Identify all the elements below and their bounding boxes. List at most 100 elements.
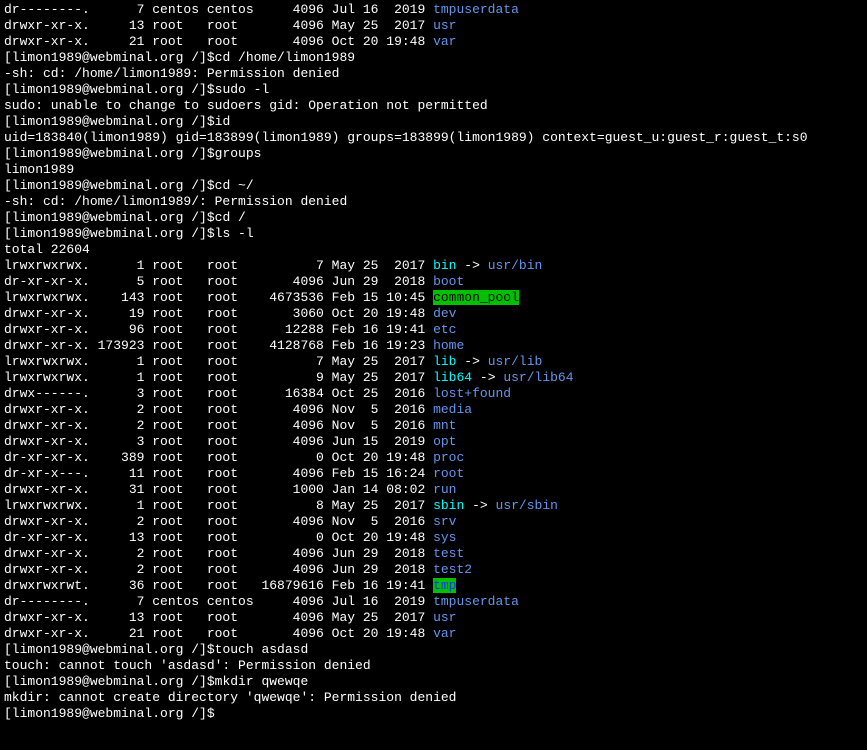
file-name: usr xyxy=(433,18,456,33)
file-name: opt xyxy=(433,434,456,449)
groups-output: limon1989 xyxy=(4,162,863,178)
prompt-line: [limon1989@webminal.org /]$ xyxy=(4,706,863,722)
cd-root-cmd[interactable]: cd / xyxy=(215,210,246,225)
touch-error: touch: cannot touch 'asdasd': Permission… xyxy=(4,658,863,674)
symlink-target: usr/sbin xyxy=(496,498,558,513)
mkdir-cmd[interactable]: mkdir qwewqe xyxy=(215,674,309,689)
ls-columns: drwxr-xr-x. 2 root root 4096 Jun 29 2018 xyxy=(4,562,433,577)
ls-columns: drwxr-xr-x. 173923 root root 4128768 Feb… xyxy=(4,338,433,353)
prompt: [limon1989@webminal.org /]$ xyxy=(4,642,215,657)
ls-row: lrwxrwxrwx. 1 root root 9 May 25 2017 li… xyxy=(4,370,863,386)
ls-columns: drwxr-xr-x. 13 root root 4096 May 25 201… xyxy=(4,610,433,625)
cd-home-cmd[interactable]: cd /home/limon1989 xyxy=(215,50,355,65)
cd-home-error: -sh: cd: /home/limon1989: Permission den… xyxy=(4,66,863,82)
sudo-cmd[interactable]: sudo -l xyxy=(215,82,270,97)
ls-columns: dr--------. 7 centos centos 4096 Jul 16 … xyxy=(4,594,433,609)
ls-columns: drwxr-xr-x. 2 root root 4096 Nov 5 2016 xyxy=(4,402,433,417)
file-name: etc xyxy=(433,322,456,337)
file-name: tmp xyxy=(433,578,456,593)
ls-row: lrwxrwxrwx. 1 root root 7 May 25 2017 bi… xyxy=(4,258,863,274)
ls-row: drwxr-xr-x. 2 root root 4096 Nov 5 2016 … xyxy=(4,418,863,434)
symlink-target: usr/lib64 xyxy=(503,370,573,385)
file-name: home xyxy=(433,338,464,353)
terminal[interactable]: dr--------. 7 centos centos 4096 Jul 16 … xyxy=(0,0,867,724)
ls-row: lrwxrwxrwx. 143 root root 4673536 Feb 15… xyxy=(4,290,863,306)
ls-row: dr-xr-xr-x. 5 root root 4096 Jun 29 2018… xyxy=(4,274,863,290)
ls-columns: drwxr-xr-x. 21 root root 4096 Oct 20 19:… xyxy=(4,34,433,49)
prompt: [limon1989@webminal.org /]$ xyxy=(4,82,215,97)
prompt-line: [limon1989@webminal.org /]$cd /home/limo… xyxy=(4,50,863,66)
file-name: mnt xyxy=(433,418,456,433)
file-name: lost+found xyxy=(433,386,511,401)
ls-row: drwxr-xr-x. 13 root root 4096 May 25 201… xyxy=(4,610,863,626)
ls-columns: dr-xr-xr-x. 13 root root 0 Oct 20 19:48 xyxy=(4,530,433,545)
file-name: test xyxy=(433,546,464,561)
symlink-target: usr/lib xyxy=(488,354,543,369)
prompt: [limon1989@webminal.org /]$ xyxy=(4,226,215,241)
ls-row: drwxr-xr-x. 96 root root 12288 Feb 16 19… xyxy=(4,322,863,338)
file-name: usr xyxy=(433,610,456,625)
ls-row: drwxr-xr-x. 2 root root 4096 Nov 5 2016 … xyxy=(4,402,863,418)
file-name: common_pool xyxy=(433,290,519,305)
prompt-line: [limon1989@webminal.org /]$cd ~/ xyxy=(4,178,863,194)
ls-columns: drwxr-xr-x. 19 root root 3060 Oct 20 19:… xyxy=(4,306,433,321)
ls-row: drwxr-xr-x. 21 root root 4096 Oct 20 19:… xyxy=(4,626,863,642)
ls-row: drwxr-xr-x. 19 root root 3060 Oct 20 19:… xyxy=(4,306,863,322)
prompt-line: [limon1989@webminal.org /]$groups xyxy=(4,146,863,162)
prompt-line: [limon1989@webminal.org /]$cd / xyxy=(4,210,863,226)
ls-total: total 22604 xyxy=(4,242,863,258)
prompt: [limon1989@webminal.org /]$ xyxy=(4,706,215,721)
ls-columns: lrwxrwxrwx. 1 root root 7 May 25 2017 xyxy=(4,354,433,369)
ls-columns: lrwxrwxrwx. 1 root root 9 May 25 2017 xyxy=(4,370,433,385)
sudo-error: sudo: unable to change to sudoers gid: O… xyxy=(4,98,863,114)
file-name: tmpuserdata xyxy=(433,594,519,609)
ls-row: dr--------. 7 centos centos 4096 Jul 16 … xyxy=(4,594,863,610)
prompt: [limon1989@webminal.org /]$ xyxy=(4,210,215,225)
prompt: [limon1989@webminal.org /]$ xyxy=(4,146,215,161)
file-name: boot xyxy=(433,274,464,289)
file-name: var xyxy=(433,626,456,641)
symlink-arrow: -> xyxy=(472,370,503,385)
prompt: [limon1989@webminal.org /]$ xyxy=(4,178,215,193)
ls-columns: dr-xr-xr-x. 389 root root 0 Oct 20 19:48 xyxy=(4,450,433,465)
file-name: media xyxy=(433,402,472,417)
file-name: var xyxy=(433,34,456,49)
ls-row: drwxr-xr-x. 31 root root 1000 Jan 14 08:… xyxy=(4,482,863,498)
ls-row: drwxrwxrwt. 36 root root 16879616 Feb 16… xyxy=(4,578,863,594)
ls-columns: drwxr-xr-x. 96 root root 12288 Feb 16 19… xyxy=(4,322,433,337)
ls-columns: drwxr-xr-x. 2 root root 4096 Nov 5 2016 xyxy=(4,418,433,433)
ls-columns: drwxr-xr-x. 31 root root 1000 Jan 14 08:… xyxy=(4,482,433,497)
file-name: lib64 xyxy=(433,370,472,385)
mkdir-error: mkdir: cannot create directory 'qwewqe':… xyxy=(4,690,863,706)
ls-columns: drwxr-xr-x. 2 root root 4096 Nov 5 2016 xyxy=(4,514,433,529)
id-output: uid=183840(limon1989) gid=183899(limon19… xyxy=(4,130,863,146)
ls-row: drwxr-xr-x. 2 root root 4096 Jun 29 2018… xyxy=(4,546,863,562)
touch-cmd[interactable]: touch asdasd xyxy=(215,642,309,657)
symlink-arrow: -> xyxy=(464,498,495,513)
prompt: [limon1989@webminal.org /]$ xyxy=(4,50,215,65)
ls-columns: drwxr-xr-x. 3 root root 4096 Jun 15 2019 xyxy=(4,434,433,449)
symlink-target: usr/bin xyxy=(488,258,543,273)
prompt-line: [limon1989@webminal.org /]$mkdir qwewqe xyxy=(4,674,863,690)
ls-columns: dr-xr-x---. 11 root root 4096 Feb 15 16:… xyxy=(4,466,433,481)
cd-tilde-cmd[interactable]: cd ~/ xyxy=(215,178,254,193)
ls-row: drwxr-xr-x. 2 root root 4096 Nov 5 2016 … xyxy=(4,514,863,530)
cd-tilde-error: -sh: cd: /home/limon1989/: Permission de… xyxy=(4,194,863,210)
id-cmd[interactable]: id xyxy=(215,114,231,129)
ls-row: drwxr-xr-x. 2 root root 4096 Jun 29 2018… xyxy=(4,562,863,578)
ls-columns: lrwxrwxrwx. 143 root root 4673536 Feb 15… xyxy=(4,290,433,305)
groups-cmd[interactable]: groups xyxy=(215,146,262,161)
ls-cmd[interactable]: ls -l xyxy=(215,226,254,241)
ls-row: drwxr-xr-x. 3 root root 4096 Jun 15 2019… xyxy=(4,434,863,450)
ls-row: drwx------. 3 root root 16384 Oct 25 201… xyxy=(4,386,863,402)
ls-row: dr-xr-xr-x. 13 root root 0 Oct 20 19:48 … xyxy=(4,530,863,546)
ls-columns: dr--------. 7 centos centos 4096 Jul 16 … xyxy=(4,2,433,17)
ls-row: dr-xr-x---. 11 root root 4096 Feb 15 16:… xyxy=(4,466,863,482)
file-name: bin xyxy=(433,258,456,273)
ls-row: drwxr-xr-x. 13 root root 4096 May 25 201… xyxy=(4,18,863,34)
symlink-arrow: -> xyxy=(456,258,487,273)
ls-row: drwxr-xr-x. 173923 root root 4128768 Feb… xyxy=(4,338,863,354)
file-name: sbin xyxy=(433,498,464,513)
file-name: test2 xyxy=(433,562,472,577)
ls-columns: dr-xr-xr-x. 5 root root 4096 Jun 29 2018 xyxy=(4,274,433,289)
